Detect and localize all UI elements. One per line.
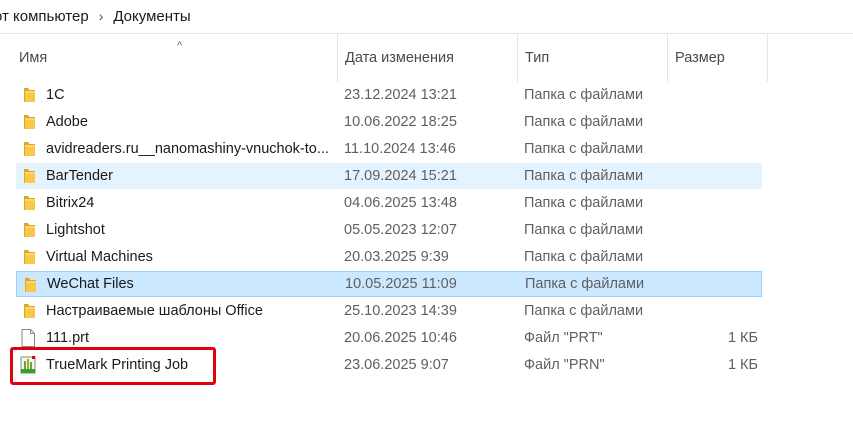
file-date: 11.10.2024 13:46 — [344, 141, 456, 157]
breadcrumb-separator-icon: › — [98, 8, 104, 24]
column-header-type[interactable]: Тип — [518, 34, 668, 82]
file-date: 20.06.2025 10:46 — [344, 330, 457, 346]
file-row[interactable]: TrueMark Printing Job 23.06.2025 9:07 Файл… — [16, 352, 762, 378]
column-header-name-label: Имя — [19, 50, 48, 66]
file-type: Папка с файлами — [525, 276, 645, 292]
folder-icon — [18, 112, 38, 132]
file-name: 1C — [46, 87, 65, 103]
breadcrumb-item-computer[interactable]: от компьютер — [0, 8, 89, 25]
file-date: 04.06.2025 13:48 — [344, 195, 457, 211]
file-size: 1 КБ — [727, 357, 758, 373]
file-name: 111.prt — [46, 330, 89, 346]
file-name: Virtual Machines — [46, 249, 153, 265]
file-type: Папка с файлами — [524, 222, 644, 238]
sort-ascending-icon: ^ — [177, 40, 183, 52]
file-row[interactable]: Настраиваемые шаблоны Office 25.10.2023 1… — [16, 298, 762, 324]
file-type: Папка с файлами — [524, 114, 644, 130]
file-date: 10.06.2022 18:25 — [344, 114, 457, 130]
file-size — [667, 272, 759, 296]
file-type: Папка с файлами — [524, 168, 644, 184]
file-size — [666, 163, 758, 189]
file-name: BarTender — [46, 168, 113, 184]
column-header-date[interactable]: Дата изменения — [338, 34, 518, 82]
file-size — [666, 82, 758, 108]
file-type: Файл "PRN" — [524, 357, 605, 373]
file-row[interactable]: avidreaders.ru__nanomashiny-vnuchok-to..… — [16, 136, 762, 162]
folder-icon — [18, 139, 38, 159]
file-row[interactable]: Lightshot 05.05.2023 12:07 Папка с файлами — [16, 217, 762, 243]
folder-icon — [18, 247, 38, 267]
file-row[interactable]: Bitrix24 04.06.2025 13:48 Папка с файлами — [16, 190, 762, 216]
file-size — [666, 244, 758, 270]
file-row[interactable]: 1C 23.12.2024 13:21 Папка с файлами — [16, 82, 762, 108]
column-header-name[interactable]: Имя ^ — [12, 34, 338, 82]
folder-icon — [18, 301, 38, 321]
file-row[interactable]: BarTender 17.09.2024 15:21 Папка с файлами — [16, 163, 762, 189]
file-type: Файл "PRT" — [524, 330, 603, 346]
column-header-size-label: Размер — [675, 50, 725, 66]
file-date: 20.03.2025 9:39 — [344, 249, 449, 265]
breadcrumb: от компьютер › Документы — [0, 0, 853, 32]
file-name: avidreaders.ru__nanomashiny-vnuchok-to..… — [46, 141, 329, 157]
folder-icon — [18, 193, 38, 213]
file-type: Папка с файлами — [524, 303, 644, 319]
file-date: 23.06.2025 9:07 — [344, 357, 449, 373]
file-size — [666, 190, 758, 216]
folder-icon — [18, 220, 38, 240]
folder-icon — [18, 85, 38, 105]
file-date: 23.12.2024 13:21 — [344, 87, 457, 103]
file-name: Настраиваемые шаблоны Office — [46, 303, 263, 319]
column-header-type-label: Тип — [525, 50, 550, 66]
file-date: 05.05.2023 12:07 — [344, 222, 457, 238]
file-type: Папка с файлами — [524, 249, 644, 265]
file-type: Папка с файлами — [524, 195, 644, 211]
file-name: Bitrix24 — [46, 195, 95, 211]
file-name: WeChat Files — [47, 276, 134, 292]
document-icon — [18, 328, 38, 348]
file-date: 25.10.2023 14:39 — [344, 303, 457, 319]
file-size — [666, 217, 758, 243]
folder-icon — [19, 275, 39, 295]
file-date: 17.09.2024 15:21 — [344, 168, 457, 184]
folder-icon — [18, 166, 38, 186]
column-header-date-label: Дата изменения — [345, 50, 454, 66]
file-size — [666, 298, 758, 324]
file-row[interactable]: WeChat Files 10.05.2025 11:09 Папка с файл… — [16, 271, 762, 297]
file-row[interactable]: Adobe 10.06.2022 18:25 Папка с файлами — [16, 109, 762, 135]
breadcrumb-item-documents[interactable]: Документы — [113, 8, 190, 25]
file-size — [666, 109, 758, 135]
file-size: 1 КБ — [727, 330, 758, 346]
file-name: TrueMark Printing Job — [46, 357, 189, 373]
print-job-icon — [18, 355, 38, 375]
file-name: Lightshot — [46, 222, 105, 238]
file-size — [666, 136, 758, 162]
column-header-size[interactable]: Размер — [668, 34, 768, 82]
file-date: 10.05.2025 11:09 — [345, 276, 457, 292]
file-row[interactable]: 111.prt 20.06.2025 10:46 Файл "PRT" 1 КБ — [16, 325, 762, 351]
column-header-bar: Имя ^ Дата изменения Тип Размер — [0, 34, 853, 82]
file-type: Папка с файлами — [524, 87, 644, 103]
file-name: Adobe — [46, 114, 88, 130]
file-row[interactable]: Virtual Machines 20.03.2025 9:39 Папка с ф… — [16, 244, 762, 270]
file-type: Папка с файлами — [524, 141, 644, 157]
